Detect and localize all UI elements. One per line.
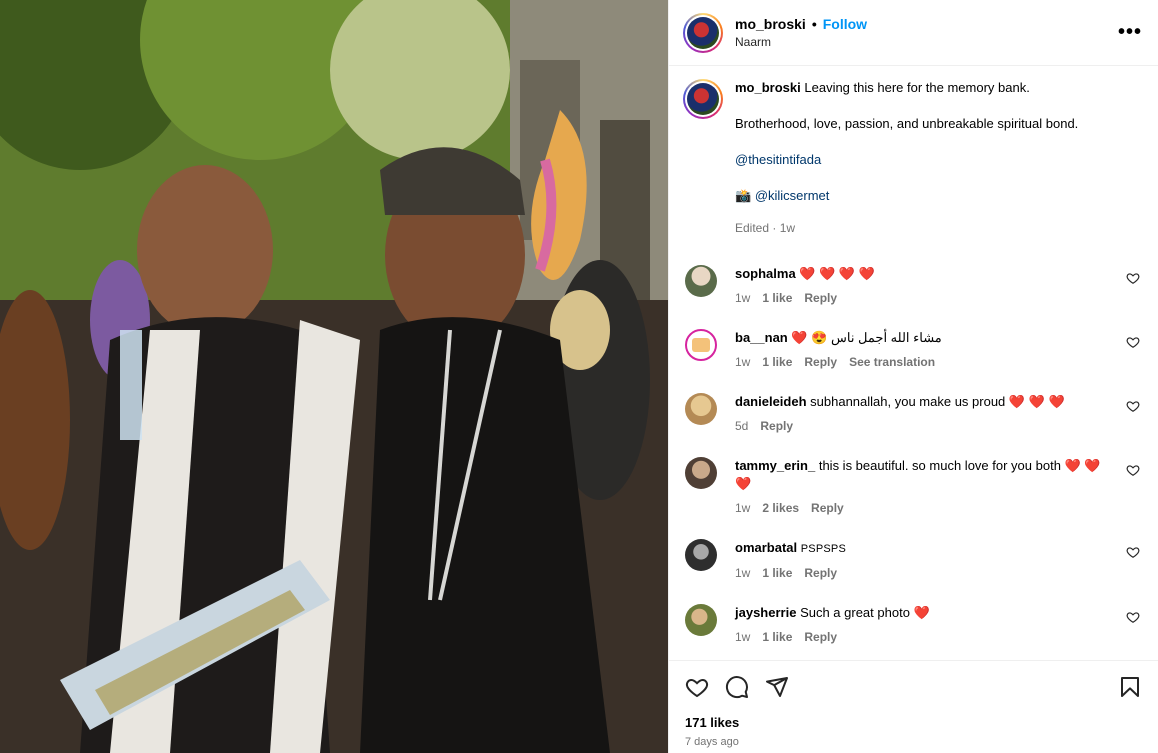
caption-line1: Leaving this here for the memory bank. [804,80,1030,95]
reply-button[interactable]: Reply [760,417,793,435]
comment-time: 1w [735,501,751,515]
caption-meta: Edited · 1w [735,221,796,235]
comment-icon[interactable] [725,675,749,699]
comments-list[interactable]: mo_broski Leaving this here for the memo… [669,67,1158,659]
reply-button[interactable]: Reply [804,564,837,582]
separator-dot: • [811,16,817,32]
comment-like-icon[interactable] [1126,545,1140,559]
comment-item: sophalma ❤️ ❤️ ❤️ ❤️ 1w 1 like Reply [683,265,1142,307]
caption-avatar[interactable] [683,79,723,119]
photo-illustration [0,0,668,753]
bookmark-icon[interactable] [1118,675,1142,699]
comment-item: jaysherrie Such a great photo ❤️ 1w 1 li… [683,604,1142,646]
commenter-username[interactable]: sophalma [735,266,796,281]
commenter-avatar[interactable] [685,604,717,636]
mention-thesitintifada[interactable]: @thesitintifada [735,152,821,167]
comment-item: omarbatal PSPSPS 1w 1 like Reply [683,539,1142,582]
caption-line2: Brotherhood, love, passion, and unbreaka… [735,116,1079,131]
comment-item: danieleideh subhannallah, you make us pr… [683,393,1142,435]
comment-text: ❤️ ❤️ ❤️ ❤️ [799,266,875,281]
comment-like-icon[interactable] [1126,335,1140,349]
caption-username[interactable]: mo_broski [735,80,801,95]
comment-text: ❤️ 😍 مشاء الله أجمل ناس [791,330,942,345]
comment-likes[interactable]: 2 likes [762,499,799,517]
commenter-avatar[interactable] [685,265,717,297]
heart-icon[interactable] [685,675,709,699]
commenter-username[interactable]: omarbatal [735,540,797,555]
comment-time: 5d [735,419,749,433]
comment-like-icon[interactable] [1126,463,1140,477]
post-photo[interactable] [0,0,668,753]
comment-likes[interactable]: 1 like [762,289,792,307]
reply-button[interactable]: Reply [811,499,844,517]
comment-like-icon[interactable] [1126,610,1140,624]
comment-like-icon[interactable] [1126,399,1140,413]
commenter-username[interactable]: ba__nan [735,330,788,345]
comment-item: tammy_erin_ this is beautiful. so much l… [683,457,1142,517]
comment-likes[interactable]: 1 like [762,353,792,371]
post-timestamp: 7 days ago [685,736,739,748]
see-translation-button[interactable]: See translation [849,353,935,371]
follow-button[interactable]: Follow [823,16,867,32]
more-options-icon[interactable]: ••• [1118,21,1142,44]
commenter-username[interactable]: danieleideh [735,394,807,409]
comment-likes[interactable]: 1 like [762,628,792,646]
comment-time: 1w [735,566,751,580]
post-side-panel: mo_broski • Follow Naarm ••• mo_broski L… [668,0,1158,753]
commenter-avatar[interactable] [685,457,717,489]
reply-button[interactable]: Reply [804,353,837,371]
author-username[interactable]: mo_broski [735,16,806,32]
camera-emoji: 📸 [735,188,752,203]
commenter-avatar[interactable] [685,539,717,571]
comment-text: Such a great photo ❤️ [800,605,930,620]
post-caption: mo_broski Leaving this here for the memo… [683,79,1142,237]
comment-text: subhannallah, you make us proud ❤️ ❤️ ❤️ [810,394,1065,409]
commenter-avatar[interactable] [685,393,717,425]
comment-text: PSPSPS [800,543,846,555]
comment-time: 1w [735,355,751,369]
comment-time: 1w [735,630,751,644]
comment-time: 1w [735,291,751,305]
comment-item: ba__nan ❤️ 😍 مشاء الله أجمل ناس 1w 1 lik… [683,329,1142,371]
share-icon[interactable] [765,675,789,699]
likes-count[interactable]: 171 likes [685,715,1142,730]
post-actions: 171 likes 7 days ago [669,660,1158,748]
commenter-username[interactable]: tammy_erin_ [735,458,815,473]
commenter-username[interactable]: jaysherrie [735,605,796,620]
reply-button[interactable]: Reply [804,289,837,307]
post-header: mo_broski • Follow Naarm ••• [669,0,1158,66]
comment-likes[interactable]: 1 like [762,564,792,582]
post-modal: mo_broski • Follow Naarm ••• mo_broski L… [0,0,1158,753]
post-location[interactable]: Naarm [735,35,1118,49]
comment-like-icon[interactable] [1126,271,1140,285]
author-avatar[interactable] [683,12,723,53]
commenter-avatar[interactable] [685,329,717,361]
mention-kilicsermet[interactable]: @kilicsermet [755,188,830,203]
reply-button[interactable]: Reply [804,628,837,646]
